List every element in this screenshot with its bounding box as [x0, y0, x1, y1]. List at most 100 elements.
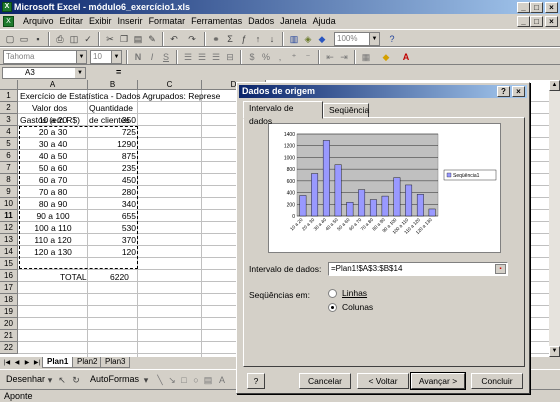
scroll-down-icon[interactable]: ▼: [549, 346, 560, 357]
row-header-16[interactable]: 16: [0, 270, 18, 282]
chart-wizard-icon[interactable]: ▥: [288, 33, 300, 45]
row-header-18[interactable]: 18: [0, 294, 18, 306]
save-icon[interactable]: ▪: [32, 33, 44, 45]
tab-plan2[interactable]: Plan2: [72, 357, 103, 368]
collapse-dialog-icon[interactable]: ▪: [495, 264, 506, 274]
zoom-select[interactable]: 100% ▼: [334, 32, 380, 46]
row-header-1[interactable]: 1: [0, 90, 18, 102]
chevron-down-icon[interactable]: ▾: [140, 374, 152, 386]
tab-series[interactable]: Seqüência: [323, 103, 369, 118]
row-header-12[interactable]: 12: [0, 222, 18, 234]
row-header-4[interactable]: 4: [0, 126, 18, 138]
percent-icon[interactable]: %: [260, 51, 272, 63]
currency-icon[interactable]: $: [246, 51, 258, 63]
free-rotate-icon[interactable]: ↻: [70, 374, 82, 386]
row-header-3[interactable]: 3: [0, 114, 18, 126]
row-header-21[interactable]: 21: [0, 330, 18, 342]
wizard-help-button[interactable]: ?: [247, 373, 265, 389]
radio-rows-label[interactable]: Linhas: [342, 288, 367, 298]
minimize-button[interactable]: _: [517, 2, 530, 13]
copy-icon[interactable]: ❐: [118, 33, 130, 45]
row-header-7[interactable]: 7: [0, 162, 18, 174]
select-objects-icon[interactable]: ↖: [56, 374, 68, 386]
hyperlink-icon[interactable]: ⚭: [210, 33, 222, 45]
first-sheet-icon[interactable]: |◀: [2, 358, 12, 368]
menu-ferramentas[interactable]: Ferramentas: [188, 14, 245, 29]
row-header-20[interactable]: 20: [0, 318, 18, 330]
font-size-select[interactable]: 10 ▼: [90, 50, 122, 64]
print-icon[interactable]: ⎙: [54, 33, 66, 45]
format-painter-icon[interactable]: ✎: [146, 33, 158, 45]
column-header-a[interactable]: A: [18, 80, 88, 90]
next-sheet-icon[interactable]: ▶: [22, 358, 32, 368]
sort-descending-icon[interactable]: ↓: [266, 33, 278, 45]
workbook-icon[interactable]: X: [3, 16, 14, 27]
decrease-indent-icon[interactable]: ⇤: [324, 51, 336, 63]
increase-indent-icon[interactable]: ⇥: [338, 51, 350, 63]
underline-icon[interactable]: S: [160, 51, 172, 63]
align-right-icon[interactable]: ☰: [210, 51, 222, 63]
prev-sheet-icon[interactable]: ◀: [12, 358, 22, 368]
doc-close-button[interactable]: ×: [545, 16, 558, 27]
back-button[interactable]: < Voltar: [357, 373, 409, 389]
sort-ascending-icon[interactable]: ↑: [252, 33, 264, 45]
menu-inserir[interactable]: Inserir: [115, 14, 146, 29]
cell-a15-total-label[interactable]: TOTAL: [60, 272, 87, 282]
menu-ajuda[interactable]: Ajuda: [310, 14, 339, 29]
arrow-icon[interactable]: ↘: [166, 374, 178, 386]
increase-decimal-icon[interactable]: ⁺: [288, 51, 300, 63]
row-header-17[interactable]: 17: [0, 282, 18, 294]
row-header-8[interactable]: 8: [0, 174, 18, 186]
finish-button[interactable]: Concluir: [471, 373, 523, 389]
select-all-corner[interactable]: [0, 80, 18, 90]
scroll-up-icon[interactable]: ▲: [549, 80, 560, 91]
align-center-icon[interactable]: ☰: [196, 51, 208, 63]
name-box[interactable]: A3 ▼: [2, 67, 86, 79]
menu-dados[interactable]: Dados: [245, 14, 277, 29]
cell-b2-header-line1[interactable]: Quantidade: [89, 103, 133, 113]
menu-arquivo[interactable]: Arquivo: [20, 14, 57, 29]
dialog-close-button[interactable]: ×: [512, 86, 525, 97]
line-icon[interactable]: ╲: [154, 374, 166, 386]
align-left-icon[interactable]: ☰: [182, 51, 194, 63]
column-header-c[interactable]: C: [138, 80, 202, 90]
last-sheet-icon[interactable]: ▶|: [32, 358, 42, 368]
maximize-button[interactable]: □: [530, 2, 543, 13]
font-color-icon[interactable]: A: [400, 51, 412, 63]
paste-icon[interactable]: ▤: [132, 33, 144, 45]
cell-range-value[interactable]: 10 a 20: [20, 115, 86, 125]
menu-janela[interactable]: Janela: [277, 14, 310, 29]
italic-icon[interactable]: I: [146, 51, 158, 63]
doc-restore-button[interactable]: □: [530, 16, 543, 27]
tab-data-range[interactable]: Intervalo de dados: [243, 101, 323, 126]
font-name-select[interactable]: Tahoma ▼: [3, 50, 87, 64]
comma-icon[interactable]: ,: [274, 51, 286, 63]
doc-minimize-button[interactable]: _: [517, 16, 530, 27]
range-input[interactable]: =Plan1!$A$3:$B$14 ▪: [328, 262, 508, 276]
radio-columns[interactable]: [328, 303, 337, 312]
row-header-6[interactable]: 6: [0, 150, 18, 162]
row-header-14[interactable]: 14: [0, 246, 18, 258]
preview-icon[interactable]: ◫: [68, 33, 80, 45]
draw-menu[interactable]: Desenhar: [6, 374, 45, 384]
spelling-icon[interactable]: ✓: [82, 33, 94, 45]
autoshapes-menu[interactable]: AutoFormas: [90, 374, 139, 384]
oval-icon[interactable]: ○: [190, 374, 202, 386]
autosum-icon[interactable]: Σ: [224, 33, 236, 45]
text-box-icon[interactable]: ▤: [202, 374, 214, 386]
open-icon[interactable]: ▭: [18, 33, 30, 45]
row-header-13[interactable]: 13: [0, 234, 18, 246]
office-assistant-icon[interactable]: ?: [386, 33, 398, 45]
row-header-11[interactable]: 11: [0, 210, 18, 222]
row-header-5[interactable]: 5: [0, 138, 18, 150]
menu-exibir[interactable]: Exibir: [86, 14, 115, 29]
chevron-down-icon[interactable]: ▾: [44, 374, 56, 386]
next-button[interactable]: Avançar >: [410, 372, 466, 390]
cut-icon[interactable]: ✂: [104, 33, 116, 45]
row-header-15[interactable]: 15: [0, 258, 18, 270]
formula-equals[interactable]: =: [116, 67, 121, 77]
new-icon[interactable]: ▢: [4, 33, 16, 45]
row-header-22[interactable]: 22: [0, 342, 18, 354]
rectangle-icon[interactable]: □: [178, 374, 190, 386]
wordart-icon[interactable]: A: [216, 374, 228, 386]
